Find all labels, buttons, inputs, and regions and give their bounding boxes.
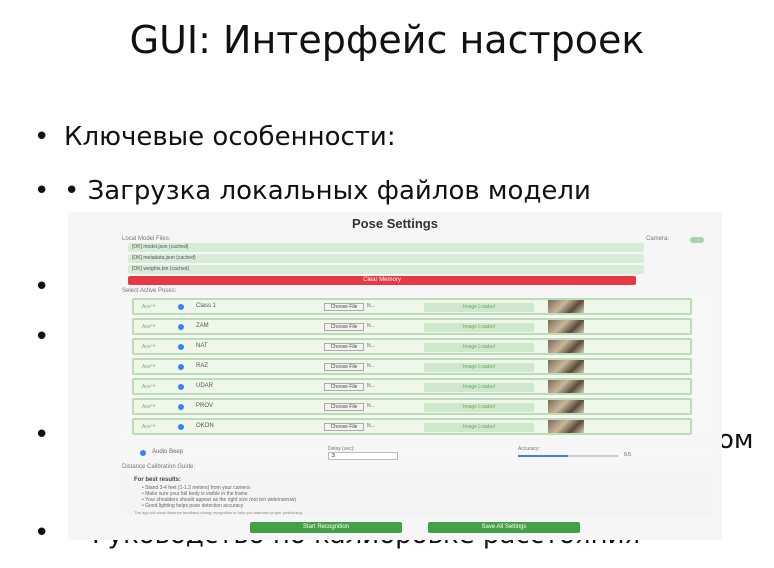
pose-name: NAT <box>196 343 208 349</box>
image-status: Image Loaded <box>424 343 534 352</box>
audio-settings-row: Audio Beep Delay (sec): 3 Accuracy: 0.5 <box>122 446 712 462</box>
radio-icon[interactable] <box>178 324 184 330</box>
pose-row[interactable]: Ace™ UDAR Choose File N... Image Loaded <box>132 378 692 395</box>
bullet-local-files: • • Загрузка локальных файлов модели <box>34 176 591 206</box>
image-status: Image Loaded <box>424 323 534 332</box>
camera-label: Camera: <box>646 236 670 242</box>
accuracy-slider[interactable] <box>518 455 618 457</box>
file-status: N... <box>367 343 375 349</box>
settings-title: Pose Settings <box>352 216 438 231</box>
camera-toggle[interactable] <box>690 237 704 243</box>
choose-file-button[interactable]: Choose File <box>324 343 364 351</box>
pose-thumbnail <box>548 320 584 333</box>
pose-row[interactable]: Ace™ OKON Choose File N... Image Loaded <box>132 418 692 435</box>
partial-bullet-text: ом <box>718 425 754 455</box>
pose-row[interactable]: Ace™ ZAM Choose File N... Image Loaded <box>132 318 692 335</box>
pose-thumbnail <box>548 340 584 353</box>
choose-file-button[interactable]: Choose File <box>324 383 364 391</box>
save-settings-button[interactable]: Save All Settings <box>428 522 580 533</box>
file-status: N... <box>367 323 375 329</box>
pose-toggle[interactable]: Ace™ <box>142 424 156 430</box>
calibration-guide: For best results: • Stand 3-4 feet (1-1.… <box>122 474 712 516</box>
bullet-text: Ключевые особенности: <box>64 122 396 152</box>
choose-file-button[interactable]: Choose File <box>324 403 364 411</box>
pose-toggle[interactable]: Ace™ <box>142 364 156 370</box>
radio-icon[interactable] <box>178 364 184 370</box>
choose-file-button[interactable]: Choose File <box>324 423 364 431</box>
pose-row[interactable]: Ace™ Class 1 Choose File N... Image Load… <box>132 298 692 315</box>
file-status: N... <box>367 403 375 409</box>
bullet-dot: • <box>34 322 50 352</box>
pose-name: RAZ <box>196 363 208 369</box>
bullet-dot: • <box>34 272 50 302</box>
radio-icon[interactable] <box>178 404 184 410</box>
pose-toggle[interactable]: Ace™ <box>142 304 156 310</box>
pose-toggle[interactable]: Ace™ <box>142 384 156 390</box>
image-status: Image Loaded <box>424 363 534 372</box>
audio-checkbox[interactable] <box>140 450 146 456</box>
radio-icon[interactable] <box>178 304 184 310</box>
choose-file-button[interactable]: Choose File <box>324 363 364 371</box>
choose-file-button[interactable]: Choose File <box>324 323 364 331</box>
pose-thumbnail <box>548 360 584 373</box>
local-files-label: Local Model Files: <box>122 236 171 242</box>
file-row: [OK] weights.bin (cached) <box>128 265 644 274</box>
calibration-guide-label: Distance Calibration Guide: <box>122 464 196 470</box>
start-recognition-button[interactable]: Start Recognition <box>250 522 402 533</box>
image-status: Image Loaded <box>424 303 534 312</box>
clear-memory-button[interactable]: Clear Memory <box>128 276 636 285</box>
pose-toggle[interactable]: Ace™ <box>142 344 156 350</box>
pose-thumbnail <box>548 420 584 433</box>
accuracy-value: 0.5 <box>624 452 631 458</box>
pose-thumbnail <box>548 380 584 393</box>
bullet-dot: • <box>34 420 50 450</box>
delay-input[interactable]: 3 <box>328 452 398 460</box>
image-status: Image Loaded <box>424 383 534 392</box>
file-row: [OK] model.json (cached) <box>128 243 644 252</box>
pose-toggle[interactable]: Ace™ <box>142 404 156 410</box>
file-status: N... <box>367 303 375 309</box>
accuracy-label: Accuracy: <box>518 446 540 452</box>
image-status: Image Loaded <box>424 403 534 412</box>
audio-label: Audio Beep <box>152 449 184 455</box>
bullet-dot: • <box>34 176 50 206</box>
pose-thumbnail <box>548 400 584 413</box>
bullet-key-features: • Ключевые особенности: <box>34 122 396 152</box>
pose-name: UDAR <box>196 383 214 389</box>
pose-row[interactable]: Ace™ RAZ Choose File N... Image Loaded <box>132 358 692 375</box>
guide-item: • Good lighting helps pose detection acc… <box>142 503 244 509</box>
pose-name: OKON <box>196 423 214 429</box>
pose-toggle[interactable]: Ace™ <box>142 324 156 330</box>
bullet-dot: • <box>34 518 50 548</box>
radio-icon[interactable] <box>178 344 184 350</box>
file-status: N... <box>367 423 375 429</box>
slide-title: GUI: Интерфейс настроек <box>129 18 645 62</box>
pose-name: Class 1 <box>196 303 217 309</box>
guide-title: For best results: <box>134 477 182 483</box>
image-status: Image Loaded <box>424 423 534 432</box>
guide-note: The app will show distance feedback duri… <box>134 510 303 515</box>
accuracy-slider-fill <box>518 455 568 457</box>
pose-row[interactable]: Ace™ NAT Choose File N... Image Loaded <box>132 338 692 355</box>
bullet-dot: • <box>34 122 50 152</box>
radio-icon[interactable] <box>178 424 184 430</box>
guide-item-text: Good lighting helps pose detection accur… <box>145 503 244 509</box>
pose-row[interactable]: Ace™ PROV Choose File N... Image Loaded <box>132 398 692 415</box>
poses-list: Ace™ Class 1 Choose File N... Image Load… <box>122 294 712 438</box>
file-row: [OK] metadata.json (cached) <box>128 254 644 263</box>
choose-file-button[interactable]: Choose File <box>324 303 364 311</box>
file-status: N... <box>367 363 375 369</box>
pose-name: ZAM <box>196 323 209 329</box>
pose-thumbnail <box>548 300 584 313</box>
radio-icon[interactable] <box>178 384 184 390</box>
pose-name: PROV <box>196 403 214 409</box>
bullet-text: • Загрузка локальных файлов модели <box>64 176 591 206</box>
file-status: N... <box>367 383 375 389</box>
